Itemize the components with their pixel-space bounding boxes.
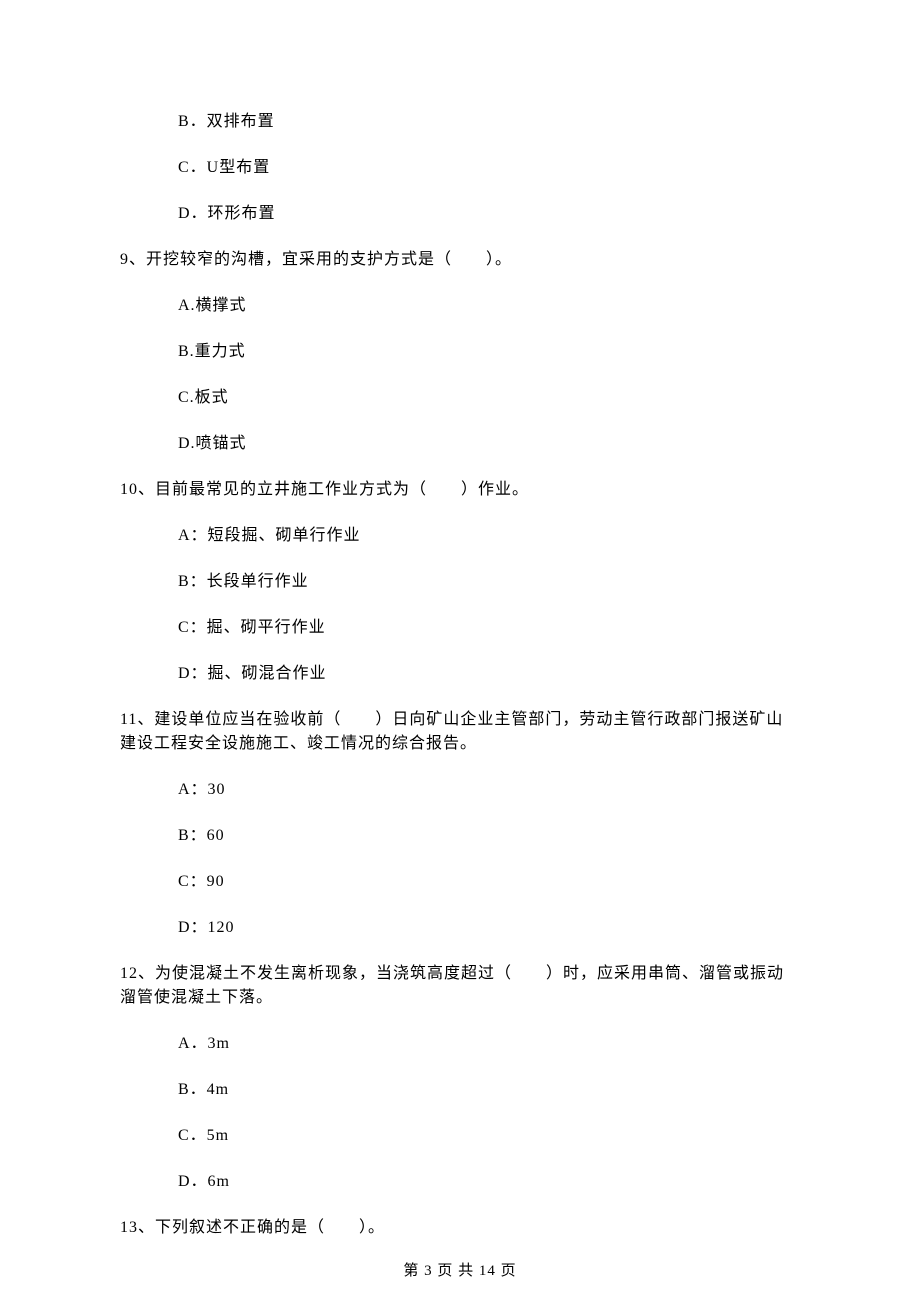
q10-option-a: A：短段掘、砌单行作业	[178, 524, 800, 548]
q13-stem: 13、下列叙述不正确的是（ ）。	[120, 1216, 800, 1240]
q11-option-a: A：30	[178, 778, 800, 802]
q12-option-c: C．5m	[178, 1124, 800, 1148]
q9-option-c: C.板式	[178, 386, 800, 410]
q12-stem: 12、为使混凝土不发生离析现象，当浇筑高度超过（ ）时，应采用串筒、溜管或振动溜…	[120, 962, 800, 1010]
q11-stem: 11、建设单位应当在验收前（ ）日向矿山企业主管部门，劳动主管行政部门报送矿山建…	[120, 708, 800, 756]
q8-option-b: B．双排布置	[178, 110, 800, 134]
q11-option-d: D：120	[178, 916, 800, 940]
q12-option-d: D．6m	[178, 1170, 800, 1194]
page-footer: 第 3 页 共 14 页	[0, 1260, 920, 1283]
q8-option-c: C．U型布置	[178, 156, 800, 180]
q11-option-c: C：90	[178, 870, 800, 894]
q10-option-b: B：长段单行作业	[178, 570, 800, 594]
q12-option-a: A．3m	[178, 1032, 800, 1056]
q9-option-d: D.喷锚式	[178, 432, 800, 456]
q11-option-b: B：60	[178, 824, 800, 848]
q10-option-c: C：掘、砌平行作业	[178, 616, 800, 640]
q9-option-b: B.重力式	[178, 340, 800, 364]
q10-option-d: D：掘、砌混合作业	[178, 662, 800, 686]
q10-stem: 10、目前最常见的立井施工作业方式为（ ）作业。	[120, 478, 800, 502]
q9-stem: 9、开挖较窄的沟槽，宜采用的支护方式是（ ）。	[120, 248, 800, 272]
q8-option-d: D．环形布置	[178, 202, 800, 226]
q12-option-b: B．4m	[178, 1078, 800, 1102]
page-container: B．双排布置 C．U型布置 D．环形布置 9、开挖较窄的沟槽，宜采用的支护方式是…	[0, 0, 920, 1302]
q9-option-a: A.横撑式	[178, 294, 800, 318]
